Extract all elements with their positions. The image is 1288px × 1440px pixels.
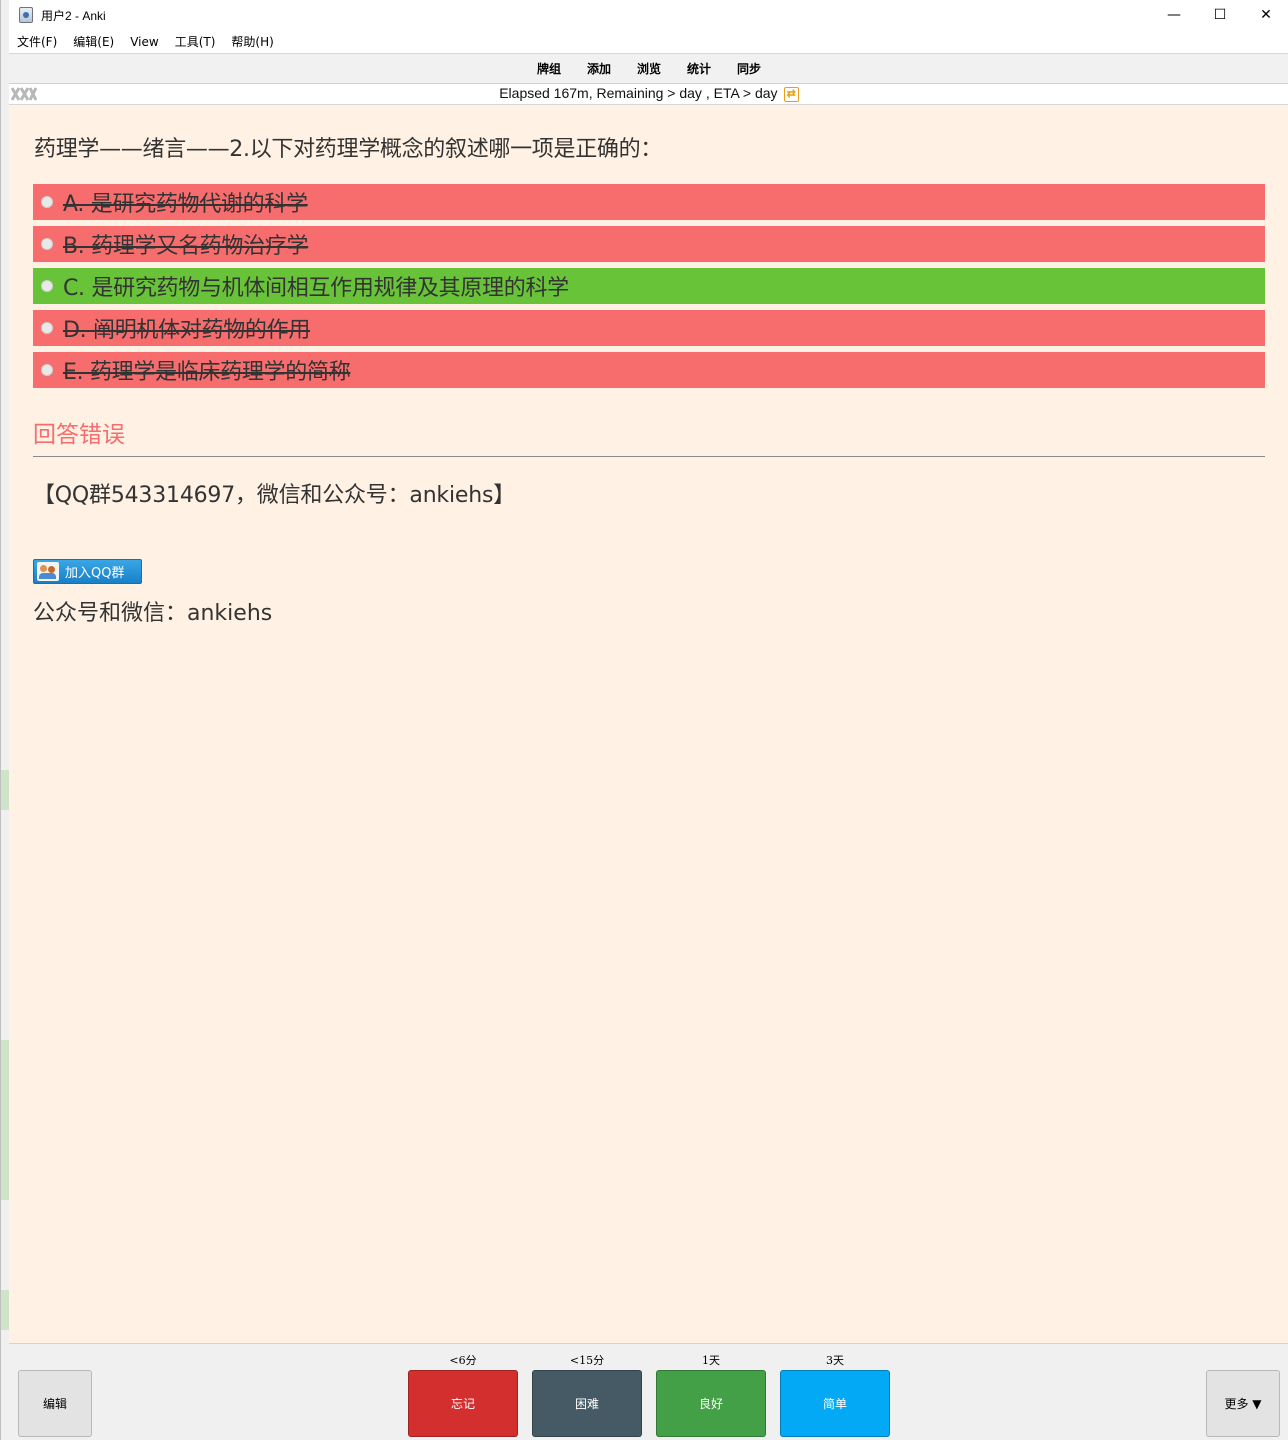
toolbar-decks[interactable]: 牌组 (537, 60, 561, 77)
option-c[interactable]: C. 是研究药物与机体间相互作用规律及其原理的科学 (33, 268, 1265, 304)
progress-status-text: Elapsed 167m, Remaining > day , ETA > da… (499, 85, 778, 101)
ease-easy-time: 3天 (826, 1354, 844, 1367)
ease-hard-group: <15分 困难 (532, 1352, 642, 1438)
radio-icon[interactable] (41, 196, 53, 208)
option-label: B. 药理学又名药物治疗学 (63, 234, 309, 259)
ease-again-button[interactable]: 忘记 (408, 1370, 518, 1437)
menu-view[interactable]: View (130, 35, 158, 49)
ease-easy-group: 3天 简单 (780, 1352, 890, 1438)
card-reviewer: 药理学——绪言——2.以下对药理学概念的叙述哪一项是正确的： A. 是研究药物代… (9, 105, 1288, 1343)
ease-good-time: 1天 (702, 1354, 720, 1367)
menu-edit[interactable]: 编辑(E) (73, 33, 114, 50)
option-label: E. 药理学是临床药理学的简称 (63, 360, 351, 385)
ease-good-group: 1天 良好 (656, 1352, 766, 1438)
window-title: 用户2 - Anki (41, 8, 106, 23)
toolbar-add[interactable]: 添加 (587, 60, 611, 77)
menu-bar: 文件(F) 编辑(E) View 工具(T) 帮助(H) (9, 30, 1288, 53)
anki-app-icon (19, 7, 33, 23)
ease-again-time: <6分 (449, 1354, 477, 1367)
progress-status: Elapsed 167m, Remaining > day , ETA > da… (9, 85, 1288, 102)
answer-divider (33, 456, 1265, 457)
maximize-button[interactable]: ☐ (1197, 0, 1243, 30)
more-button[interactable]: 更多 ▼ (1206, 1370, 1280, 1437)
refresh-icon[interactable]: ⇄ (783, 87, 799, 102)
answer-options: A. 是研究药物代谢的科学 B. 药理学又名药物治疗学 C. 是研究药物与机体间… (33, 184, 1265, 394)
radio-icon[interactable] (41, 364, 53, 376)
option-a[interactable]: A. 是研究药物代谢的科学 (33, 184, 1265, 220)
left-edge-strip (1, 0, 9, 1440)
option-label: C. 是研究药物与机体间相互作用规律及其原理的科学 (63, 276, 569, 301)
option-label: D. 阐明机体对药物的作用 (63, 318, 311, 343)
join-qq-group-button[interactable]: 加入QQ群 (33, 559, 142, 584)
edit-button[interactable]: 编辑 (18, 1370, 92, 1437)
wechat-info: 公众号和微信：ankiehs (33, 601, 273, 626)
main-toolbar: 牌组 添加 浏览 统计 同步 (9, 53, 1288, 84)
window-controls: — ☐ ✕ (1151, 0, 1288, 30)
progress-status-bar: Elapsed 167m, Remaining > day , ETA > da… (9, 84, 1288, 105)
ease-hard-time: <15分 (569, 1354, 605, 1367)
minimize-button[interactable]: — (1151, 0, 1197, 30)
menu-file[interactable]: 文件(F) (17, 33, 57, 50)
ease-hard-button[interactable]: 困难 (532, 1370, 642, 1437)
answer-buttons-bar: 编辑 <6分 忘记 <15分 困难 1天 良好 3天 简单 更多 ▼ (9, 1343, 1288, 1440)
ease-again-group: <6分 忘记 (408, 1352, 518, 1438)
qq-group-info: 【QQ群543314697，微信和公众号：ankiehs】 (33, 483, 516, 508)
option-e[interactable]: E. 药理学是临床药理学的简称 (33, 352, 1265, 388)
ease-good-button[interactable]: 良好 (656, 1370, 766, 1437)
radio-icon[interactable] (41, 238, 53, 250)
card-question: 药理学——绪言——2.以下对药理学概念的叙述哪一项是正确的： (34, 137, 662, 162)
title-bar: 用户2 - Anki — ☐ ✕ (9, 0, 1288, 30)
answer-result: 回答错误 (33, 422, 125, 448)
anki-window: 用户2 - Anki — ☐ ✕ 文件(F) 编辑(E) View 工具(T) … (0, 0, 1288, 1440)
option-label: A. 是研究药物代谢的科学 (63, 192, 308, 217)
join-qq-group-label: 加入QQ群 (65, 566, 125, 581)
option-d[interactable]: D. 阐明机体对药物的作用 (33, 310, 1265, 346)
ease-easy-button[interactable]: 简单 (780, 1370, 890, 1437)
close-button[interactable]: ✕ (1243, 0, 1288, 30)
menu-help[interactable]: 帮助(H) (231, 33, 273, 50)
toolbar-stats[interactable]: 统计 (687, 60, 711, 77)
option-b[interactable]: B. 药理学又名药物治疗学 (33, 226, 1265, 262)
toolbar-browse[interactable]: 浏览 (637, 60, 661, 77)
radio-icon[interactable] (41, 322, 53, 334)
people-icon (37, 562, 59, 581)
toolbar-sync[interactable]: 同步 (737, 60, 761, 77)
menu-tools[interactable]: 工具(T) (175, 33, 216, 50)
radio-icon[interactable] (41, 280, 53, 292)
